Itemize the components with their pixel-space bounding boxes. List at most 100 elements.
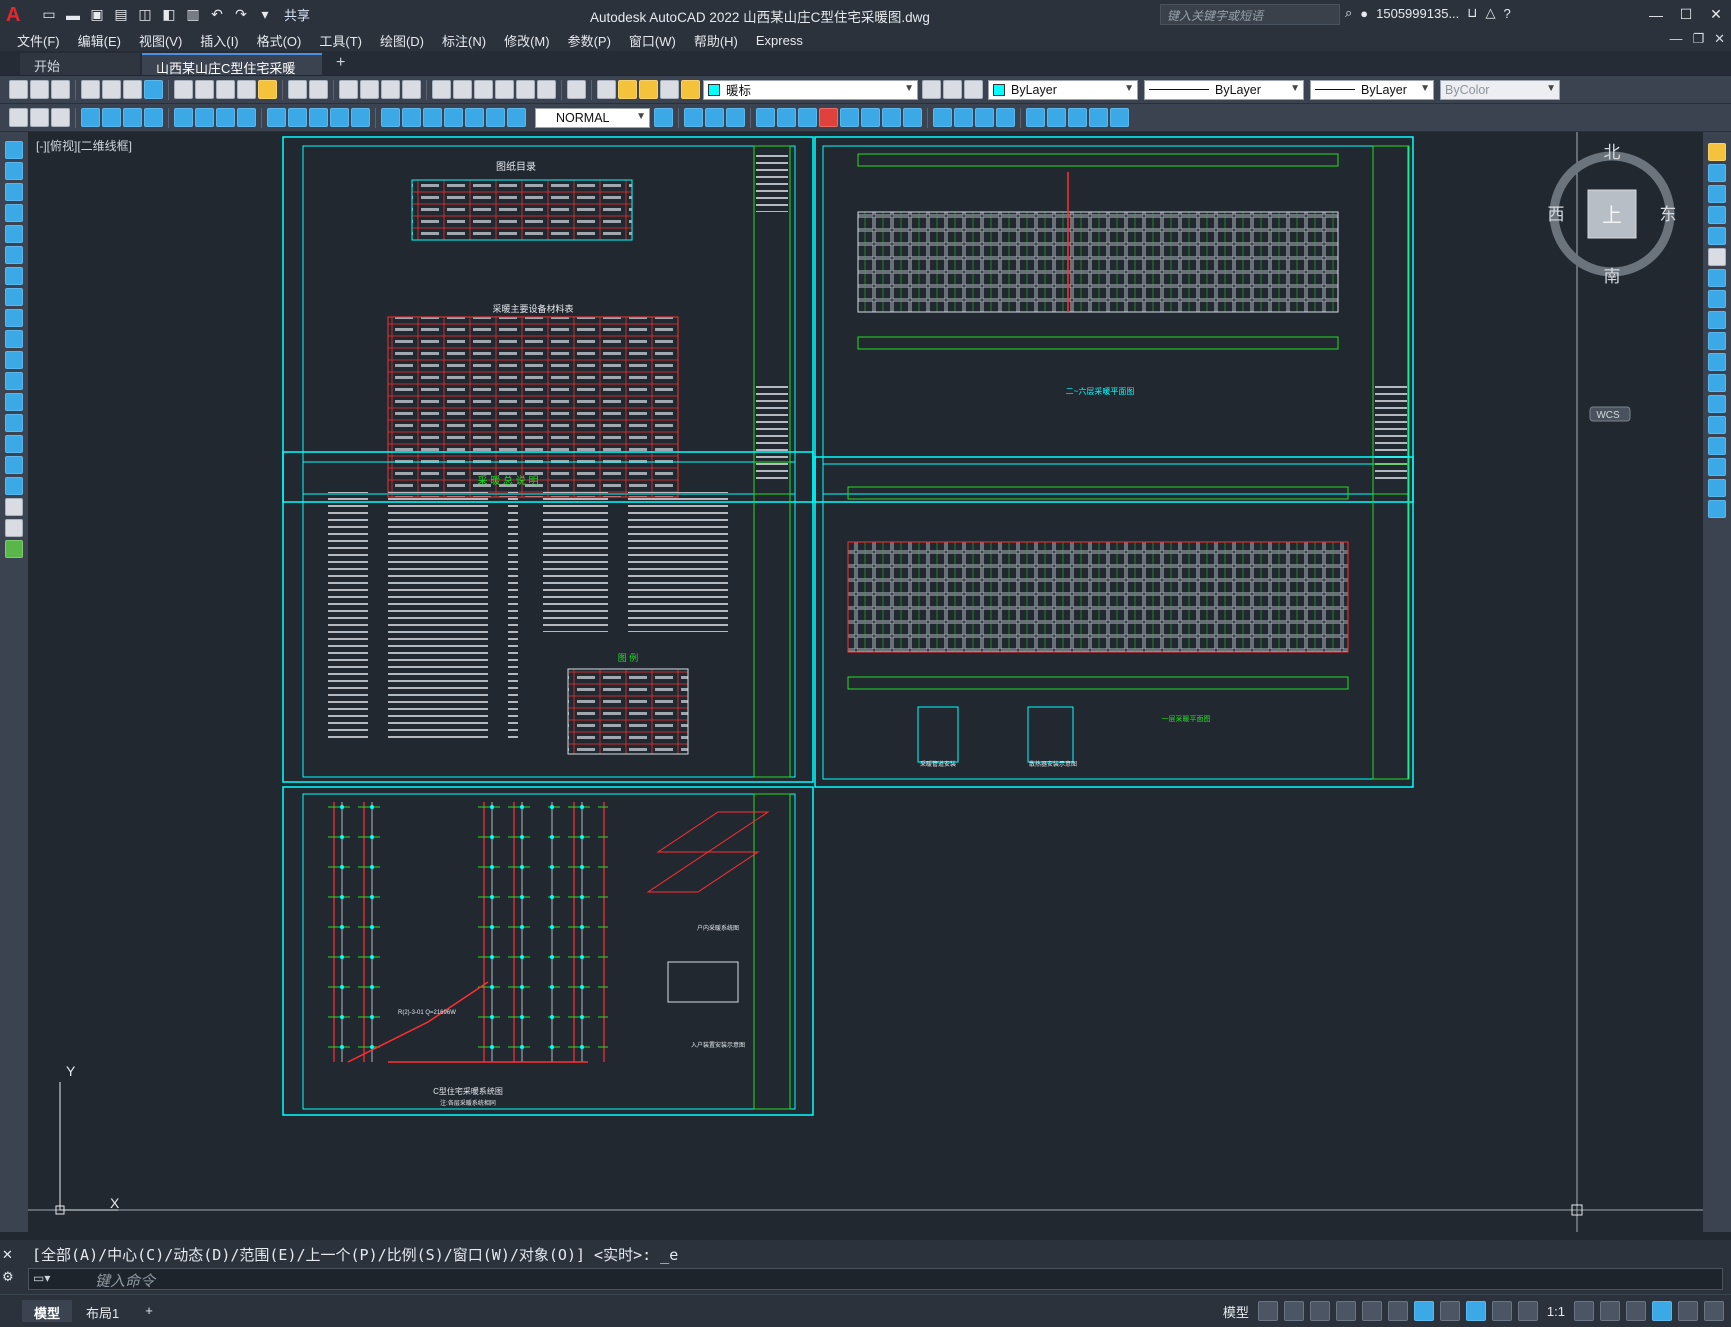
trim-icon[interactable]: [882, 108, 901, 127]
make-current-layer-icon[interactable]: [922, 80, 941, 99]
hatch-icon[interactable]: [5, 435, 23, 453]
jogged-dim-icon[interactable]: [195, 108, 214, 127]
offset-icon[interactable]: [756, 108, 775, 127]
isolate-icon[interactable]: [1626, 1301, 1646, 1321]
doc-restore-icon[interactable]: ❐: [1692, 31, 1704, 47]
construction-line-icon[interactable]: [5, 162, 23, 180]
rotate-icon[interactable]: [819, 108, 838, 127]
annotation-scale-icon[interactable]: [1517, 1301, 1538, 1321]
make-object-layer-icon[interactable]: [30, 108, 49, 127]
line-icon[interactable]: [5, 141, 23, 159]
plotstyle-dropdown[interactable]: ByColor ▼: [1440, 79, 1560, 100]
insert-block-icon[interactable]: [5, 372, 23, 390]
snap-icon[interactable]: [1283, 1301, 1304, 1321]
new-icon[interactable]: [9, 80, 28, 99]
ordinate-dim-icon[interactable]: [144, 108, 163, 127]
layer-viewport-icon[interactable]: [660, 80, 679, 99]
menu-file[interactable]: 文件(F): [8, 31, 69, 50]
model-space-toggle[interactable]: 模型: [1219, 1302, 1253, 1321]
menu-draw[interactable]: 绘图(D): [371, 31, 433, 50]
paste-icon[interactable]: [216, 80, 235, 99]
tool-palettes-icon[interactable]: [474, 80, 493, 99]
radius-dim-icon[interactable]: [174, 108, 193, 127]
continue-dim-icon[interactable]: [309, 108, 328, 127]
mtext-icon[interactable]: [5, 519, 23, 537]
ortho-icon[interactable]: [1309, 1301, 1330, 1321]
layer-on-icon[interactable]: [618, 80, 637, 99]
chamfer-icon[interactable]: [975, 108, 994, 127]
grid-icon[interactable]: [1257, 1301, 1278, 1321]
doc-minimize-icon[interactable]: —: [1669, 31, 1682, 47]
object-snap-icon[interactable]: [1413, 1301, 1434, 1321]
3d-print-icon[interactable]: [144, 80, 163, 99]
polygon-icon[interactable]: [5, 204, 23, 222]
point-icon[interactable]: [5, 414, 23, 432]
fillet-icon[interactable]: [996, 108, 1015, 127]
layer-state-icon[interactable]: [964, 80, 983, 99]
block-editor-icon[interactable]: [258, 80, 277, 99]
center-mark-icon[interactable]: [402, 108, 421, 127]
menu-window[interactable]: 窗口(W): [620, 31, 685, 50]
plot-preview-icon[interactable]: [102, 80, 121, 99]
trim-icon[interactable]: [1708, 332, 1726, 350]
pan-icon[interactable]: [339, 80, 358, 99]
aligned-dim-icon[interactable]: [102, 108, 121, 127]
revision-cloud-icon[interactable]: [5, 288, 23, 306]
cart-icon[interactable]: ⊔: [1467, 5, 1477, 21]
copy-object-icon[interactable]: [705, 108, 724, 127]
offset-icon[interactable]: [1708, 206, 1726, 224]
layer-walk-icon[interactable]: [51, 108, 70, 127]
cut-icon[interactable]: [174, 80, 193, 99]
menu-format[interactable]: 格式(O): [248, 31, 311, 50]
mirror-icon[interactable]: [726, 108, 745, 127]
scale-icon[interactable]: [840, 108, 859, 127]
explode-icon[interactable]: [1026, 108, 1045, 127]
polar-tracking-icon[interactable]: [1335, 1301, 1356, 1321]
command-customize-icon[interactable]: ⚙: [2, 1266, 14, 1288]
hardware-acceleration-icon[interactable]: [1652, 1301, 1672, 1321]
layer-dropdown[interactable]: 暖标 ▼: [703, 79, 918, 100]
explode-icon[interactable]: [1708, 500, 1726, 518]
menu-insert[interactable]: 插入(I): [191, 31, 247, 50]
autocad-logo-icon[interactable]: A: [6, 4, 28, 26]
calculator-icon[interactable]: [537, 80, 556, 99]
extend-icon[interactable]: [903, 108, 922, 127]
draworder-icon[interactable]: [1089, 108, 1108, 127]
annotation-visibility-icon[interactable]: [1465, 1301, 1486, 1321]
copy-icon[interactable]: [195, 80, 214, 99]
undo-icon[interactable]: [288, 80, 307, 99]
erase-icon[interactable]: [684, 108, 703, 127]
properties-icon[interactable]: [432, 80, 451, 99]
arc-length-icon[interactable]: [123, 108, 142, 127]
help-search-input[interactable]: 键入关键字或短语: [1160, 4, 1340, 25]
lineweight-dropdown[interactable]: ByLayer ▼: [1310, 79, 1434, 100]
angular-dim-icon[interactable]: [237, 108, 256, 127]
join-icon[interactable]: [1708, 416, 1726, 434]
isodraft-icon[interactable]: [1361, 1301, 1382, 1321]
save-icon[interactable]: [51, 80, 70, 99]
layer-properties-icon[interactable]: [597, 80, 616, 99]
menu-express[interactable]: Express: [747, 33, 812, 48]
make-block-icon[interactable]: [5, 393, 23, 411]
fillet-icon[interactable]: [1708, 458, 1726, 476]
drawing-canvas[interactable]: 图纸目录 采暖主要设备材料表 二~六层采暖平面图 采 暖 总 说 明 图 例 一…: [28, 132, 1703, 1232]
linetype-dropdown[interactable]: ByLayer ▼: [1144, 79, 1304, 100]
new-tab-button[interactable]: +: [336, 54, 345, 75]
layer-freeze-icon[interactable]: [639, 80, 658, 99]
stretch-icon[interactable]: [861, 108, 880, 127]
search-icon[interactable]: ⌕: [1345, 5, 1352, 21]
share-button[interactable]: 共享: [284, 5, 310, 24]
scale-icon[interactable]: [1708, 290, 1726, 308]
region-icon[interactable]: [5, 477, 23, 495]
annotation-scale-value[interactable]: 1:1: [1543, 1304, 1569, 1319]
ungroup-icon[interactable]: [1068, 108, 1087, 127]
user-name[interactable]: 1505999135...: [1376, 6, 1459, 21]
rotate-icon[interactable]: [1708, 269, 1726, 287]
color-dropdown[interactable]: ByLayer ▼: [988, 79, 1138, 100]
doc-close-icon[interactable]: ✕: [1714, 31, 1725, 47]
sheet-set-icon[interactable]: [495, 80, 514, 99]
rectangle-icon[interactable]: [5, 225, 23, 243]
dim-text-edit-icon[interactable]: [486, 108, 505, 127]
tolerance-icon[interactable]: [381, 108, 400, 127]
zoom-window-icon[interactable]: [381, 80, 400, 99]
